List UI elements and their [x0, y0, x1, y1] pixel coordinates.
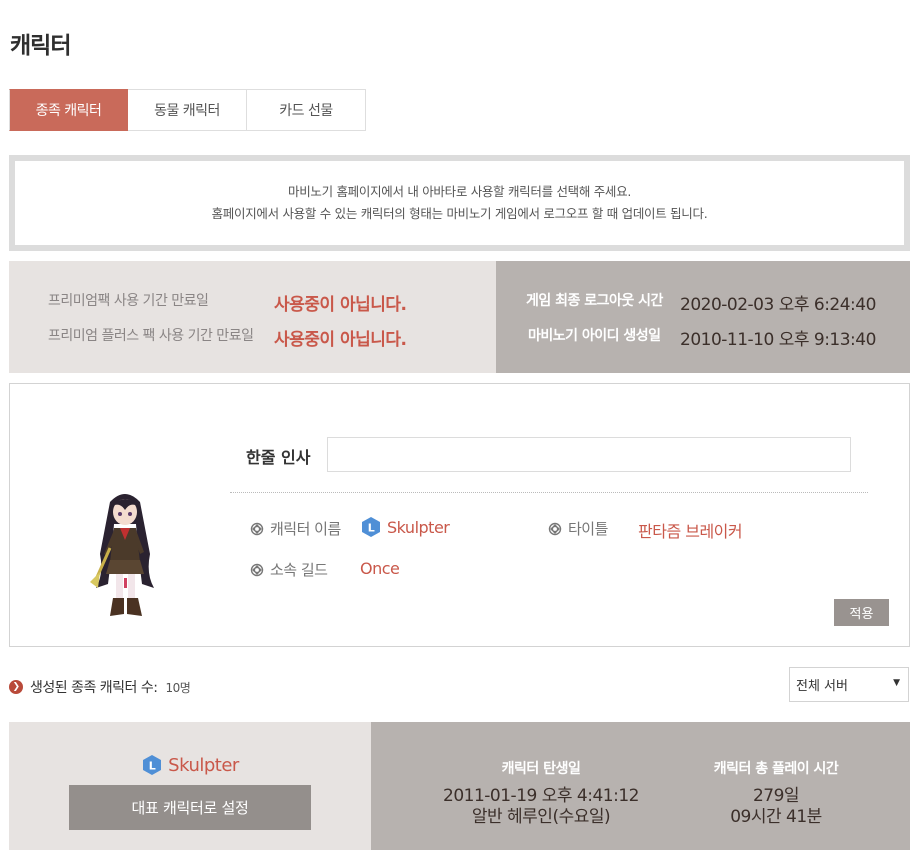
char-name-text: Skulpter	[387, 517, 450, 537]
character-avatar	[80, 484, 170, 624]
char-name-field: 캐릭터 이름	[250, 518, 341, 539]
svg-text:L: L	[368, 522, 375, 535]
login-status: 게임 최종 로그아웃 시간 2020-02-03 오후 6:24:40 마비노기…	[496, 261, 910, 373]
premium-plus-label: 프리미엄 플러스 팩 사용 기간 만료일	[48, 328, 254, 344]
notice-line-2: 홈페이지에서 사용할 수 있는 캐릭터의 형태는 마비노기 게임에서 로그오프 …	[211, 206, 708, 221]
char-name-label: 캐릭터 이름	[270, 520, 341, 538]
svg-text:L: L	[149, 760, 156, 773]
celtic-knot-icon	[548, 522, 562, 535]
celtic-knot-icon	[250, 563, 264, 576]
birth-date: 2011-01-19 오후 4:41:12	[443, 786, 639, 806]
char-name-value: L Skulpter	[360, 516, 450, 538]
character-card-main: L Skulpter 대표 캐릭터로 설정	[9, 722, 371, 850]
tab-pet-character[interactable]: 동물 캐릭터	[128, 89, 247, 131]
count-value: 10명	[165, 680, 191, 695]
playtime-days: 279일	[752, 786, 800, 806]
guild-field: 소속 길드	[250, 559, 328, 580]
title-label: 타이틀	[568, 520, 608, 538]
notice-line-1: 마비노기 홈페이지에서 내 아바타로 사용할 캐릭터를 선택해 주세요.	[288, 184, 631, 199]
birth-column: 캐릭터 탄생일 2011-01-19 오후 4:41:12 알반 헤루인(수요일…	[431, 758, 651, 828]
guild-label: 소속 길드	[270, 561, 328, 579]
server-badge-icon: L	[360, 516, 382, 538]
id-created-label: 마비노기 아이디 생성일	[528, 328, 661, 344]
card-name-text: Skulpter	[168, 754, 239, 776]
character-card: L Skulpter 대표 캐릭터로 설정 캐릭터 탄생일 2011-01-19…	[9, 722, 910, 850]
greeting-label: 한줄 인사	[246, 448, 311, 467]
count-label: 생성된 종족 캐릭터 수:	[30, 680, 158, 696]
profile-panel: 한줄 인사 캐릭터 이름 L Skulpter 타이틀 판타즘 브레이커 소속 …	[9, 383, 910, 647]
premium-value: 사용중이 아닙니다.	[274, 295, 407, 315]
page-title: 캐릭터	[10, 33, 71, 59]
server-badge-icon: L	[141, 754, 163, 776]
celtic-knot-icon	[250, 522, 264, 535]
premium-status: 프리미엄팩 사용 기간 만료일 사용중이 아닙니다. 프리미엄 플러스 팩 사용…	[9, 261, 496, 373]
last-logout-value: 2020-02-03 오후 6:24:40	[680, 295, 876, 315]
title-field: 타이틀	[548, 518, 608, 539]
server-select[interactable]: 전체 서버 ▼	[789, 667, 909, 702]
divider	[230, 492, 868, 493]
title-value: 판타즘 브레이커	[638, 522, 743, 541]
set-representative-button[interactable]: 대표 캐릭터로 설정	[69, 785, 311, 830]
last-logout-label: 게임 최종 로그아웃 시간	[526, 293, 663, 309]
birth-label: 캐릭터 탄생일	[501, 761, 581, 777]
greeting-input[interactable]	[327, 437, 851, 472]
character-count: ❯ 생성된 종족 캐릭터 수: 10명	[9, 677, 191, 697]
arrow-bullet-icon: ❯	[9, 680, 23, 694]
card-character-name: L Skulpter	[9, 754, 371, 776]
tab-race-character[interactable]: 종족 캐릭터	[9, 89, 128, 131]
server-select-value: 전체 서버	[796, 679, 848, 694]
premium-plus-value: 사용중이 아닙니다.	[274, 330, 407, 350]
playtime-hours: 09시간 41분	[730, 807, 822, 827]
character-card-stats: 캐릭터 탄생일 2011-01-19 오후 4:41:12 알반 헤루인(수요일…	[371, 722, 910, 850]
playtime-column: 캐릭터 총 플레이 시간 279일 09시간 41분	[681, 758, 871, 828]
dropdown-arrow-icon: ▼	[893, 678, 900, 688]
account-status-panel: 프리미엄팩 사용 기간 만료일 사용중이 아닙니다. 프리미엄 플러스 팩 사용…	[9, 261, 910, 373]
apply-button[interactable]: 적용	[834, 599, 889, 626]
guild-value[interactable]: Once	[360, 559, 400, 578]
notice-box: 마비노기 홈페이지에서 내 아바타로 사용할 캐릭터를 선택해 주세요. 홈페이…	[9, 155, 910, 251]
birth-erinn-date: 알반 헤루인(수요일)	[471, 807, 611, 827]
tab-card-gift[interactable]: 카드 선물	[247, 89, 366, 131]
playtime-label: 캐릭터 총 플레이 시간	[713, 761, 839, 777]
tab-bar: 종족 캐릭터 동물 캐릭터 카드 선물	[9, 89, 366, 131]
premium-label: 프리미엄팩 사용 기간 만료일	[48, 293, 209, 309]
id-created-value: 2010-11-10 오후 9:13:40	[680, 330, 876, 350]
